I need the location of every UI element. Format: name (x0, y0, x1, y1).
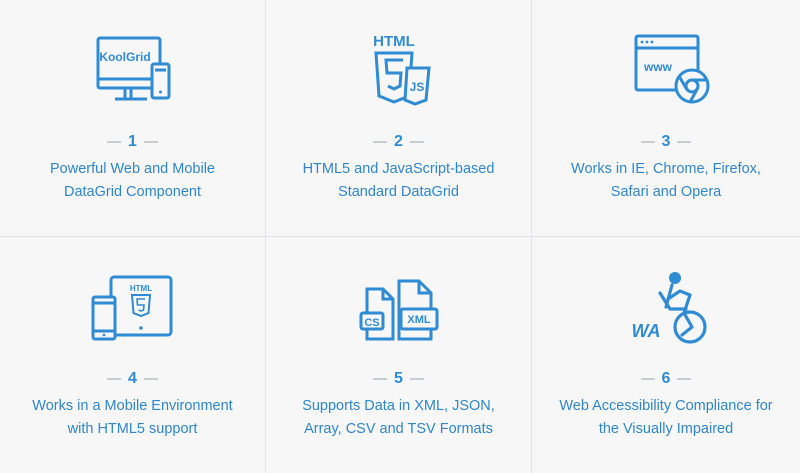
data-files-icon: CS XML (339, 265, 459, 345)
feature-description: Works in a Mobile Environment with HTML5… (32, 398, 233, 437)
svg-text:WA: WA (632, 321, 661, 341)
feature-card-1: KoolGrid 1 Powerful Web and Mobile DataG… (0, 0, 266, 237)
svg-text:KoolGrid: KoolGrid (99, 50, 150, 64)
svg-text:CS: CS (364, 317, 379, 329)
feature-number: 1 (0, 133, 265, 151)
feature-card-6: WA 6 Web Accessibility Compliance for th… (532, 237, 800, 473)
feature-number: 6 (532, 370, 800, 388)
svg-text:JS: JS (409, 80, 424, 94)
feature-card-5: CS XML 5 Supports Data in XML, JSON, Arr… (266, 237, 532, 473)
feature-card-4: HTML 4 Works in a Mobile Environment wit… (0, 237, 266, 473)
feature-description: Web Accessibility Compliance for the Vis… (559, 398, 773, 437)
feature-number: 4 (0, 370, 265, 388)
feature-description: HTML5 and JavaScript-based Standard Data… (302, 161, 495, 200)
feature-number: 2 (266, 133, 531, 151)
devices-koolgrid-icon: KoolGrid (73, 28, 193, 108)
svg-text:HTML: HTML (373, 33, 415, 50)
svg-text:www: www (643, 60, 673, 74)
feature-card-3: www 3 Works in IE, Chrome, Firefox, Safa… (532, 0, 800, 237)
browser-window-icon: www (606, 28, 726, 108)
feature-number: 3 (532, 133, 800, 151)
svg-text:HTML: HTML (129, 284, 151, 293)
feature-number: 5 (266, 370, 531, 388)
feature-card-2: HTML JS 2 HTML5 and JavaScript-based Sta… (266, 0, 532, 237)
mobile-html5-icon: HTML (73, 265, 193, 345)
html5-js-icon: HTML JS (339, 28, 459, 108)
svg-text:XML: XML (407, 314, 431, 326)
feature-description: Powerful Web and Mobile DataGrid Compone… (50, 161, 215, 200)
feature-description: Supports Data in XML, JSON, Array, CSV a… (302, 398, 495, 437)
feature-grid: KoolGrid 1 Powerful Web and Mobile DataG… (0, 0, 800, 473)
feature-description: Works in IE, Chrome, Firefox, Safari and… (571, 161, 761, 200)
web-accessibility-icon: WA (606, 265, 726, 345)
